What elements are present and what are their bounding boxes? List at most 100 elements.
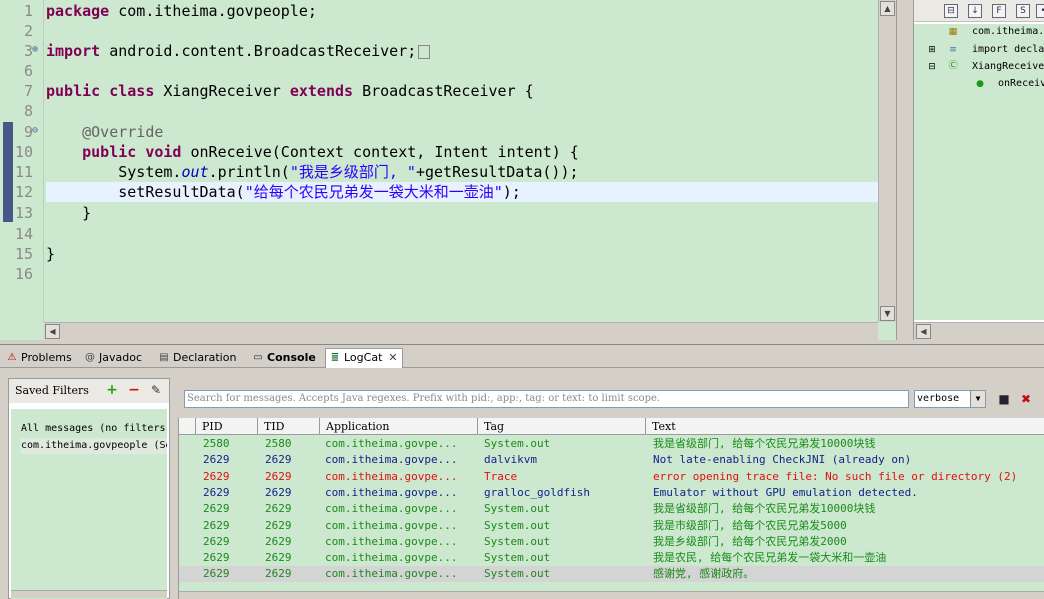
log-level-select[interactable]: verbose ▼: [914, 390, 986, 408]
cell-tid: 2629: [265, 567, 292, 581]
line-number: 11: [14, 163, 33, 181]
save-icon[interactable]: ■: [997, 391, 1011, 407]
log-table[interactable]: PID TID Application Tag Text 2580 2580 com…: [178, 418, 1044, 599]
annotation: @Override: [82, 123, 164, 141]
collapse-all-icon[interactable]: ⊟: [944, 4, 958, 18]
code-editor[interactable]: 1 2 3 ⊕ 6 7 8 9 ⊖ 10 11 12 13 14 15 16 p…: [0, 0, 897, 340]
column-header-tag[interactable]: Tag: [477, 418, 645, 435]
cell-text: 我是市级部门, 给每个农民兄弟发5000: [653, 518, 847, 532]
line-number-ruler: 1 2 3 ⊕ 6 7 8 9 ⊖ 10 11 12 13 14 15 16: [14, 0, 44, 322]
cell-pid: 2629: [203, 485, 230, 499]
table-row[interactable]: 2580 2580 com.itheima.govpe... System.out 我是…: [179, 436, 1044, 452]
cell-tag: System.out: [484, 518, 551, 532]
hide-fields-icon[interactable]: F: [992, 4, 1006, 18]
cell-tid: 2629: [265, 551, 292, 565]
cell-text: 我是农民, 给每个农民兄弟发一袋大米和一壶油: [653, 551, 887, 565]
filters-horizontal-scrollbar[interactable]: [11, 590, 167, 598]
collapse-icon[interactable]: ⊟: [927, 62, 937, 72]
table-row[interactable]: 2629 2629 com.itheima.govpe... gralloc_gold…: [179, 485, 1044, 501]
keyword: extends: [289, 82, 354, 100]
outline-package[interactable]: com.itheima.: [972, 26, 1044, 37]
tab-label: Console: [267, 351, 316, 364]
outline-tree[interactable]: ▦ com.itheima. ⊞ ≡ import decla ⊟ Ⓒ Xian…: [914, 24, 1044, 320]
cell-pid: 2629: [203, 534, 230, 548]
cell-text: Emulator without GPU emulation detected.: [653, 485, 918, 499]
code-text: onReceive(Context context, Intent intent…: [181, 143, 579, 161]
column-header-pid[interactable]: PID: [195, 418, 257, 435]
filter-item-selected[interactable]: com.itheima.govpeople (Session Filter): [21, 438, 167, 454]
saved-filters-header: Saved Filters + − ✎: [9, 379, 169, 403]
code-line: public class XiangReceiver extends Broad…: [46, 81, 878, 101]
problems-icon: ⚠: [7, 352, 17, 363]
hide-nonpublic-icon[interactable]: •: [1036, 4, 1044, 18]
outline-class[interactable]: XiangReceive: [972, 61, 1044, 72]
cell-text: 感谢党, 感谢政府。: [653, 567, 755, 581]
table-row[interactable]: 2629 2629 com.itheima.govpe... System.out 我是…: [179, 501, 1044, 517]
scroll-down-icon[interactable]: ▼: [880, 306, 895, 321]
remove-filter-icon[interactable]: −: [127, 383, 141, 397]
editor-vertical-scrollbar[interactable]: ▲ ▼: [878, 0, 896, 322]
tab-console[interactable]: ▭ Console: [248, 348, 321, 368]
class-icon: Ⓒ: [948, 61, 958, 71]
scroll-left-icon[interactable]: ◀: [916, 324, 931, 339]
outline-view: ⊟ ↓ F S • ▦ com.itheima. ⊞ ≡ import decl…: [913, 0, 1044, 340]
field-ref: out: [181, 163, 209, 181]
cell-tag: System.out: [484, 437, 551, 450]
code-line-current: setResultData("给每个农民兄弟发一袋大米和一壶油");: [46, 182, 878, 202]
edit-filter-icon[interactable]: ✎: [149, 383, 163, 397]
log-search-input[interactable]: Search for messages. Accepts Java regexe…: [184, 390, 909, 408]
cell-tid: 2629: [265, 518, 292, 532]
table-row[interactable]: 2629 2629 com.itheima.govpe... System.out 我是…: [179, 550, 1044, 566]
cell-text: 我是省级部门, 给每个农民兄弟发10000块钱: [653, 437, 876, 450]
public-method-icon: ●: [976, 79, 984, 89]
expand-icon[interactable]: ⊞: [927, 45, 937, 55]
close-icon[interactable]: ✕: [388, 351, 397, 364]
editor-horizontal-scrollbar[interactable]: ◀: [44, 322, 878, 340]
cell-application: com.itheima.govpe...: [325, 534, 458, 548]
code-text: BroadcastReceiver {: [353, 82, 534, 100]
column-header-tid[interactable]: TID: [257, 418, 319, 435]
chevron-down-icon[interactable]: ▼: [970, 391, 985, 407]
line-number: 10: [14, 143, 33, 161]
tab-javadoc[interactable]: @ Javadoc: [80, 348, 147, 368]
sort-icon[interactable]: ↓: [968, 4, 982, 18]
code-text-area[interactable]: package com.itheima.govpeople; import an…: [46, 0, 878, 322]
imports-icon: ≡: [949, 45, 957, 55]
add-filter-icon[interactable]: +: [105, 383, 119, 397]
expand-fold-icon[interactable]: ⊕: [32, 44, 38, 55]
saved-filters-title: Saved Filters: [15, 384, 89, 397]
keyword: public: [82, 143, 137, 161]
cell-tag: dalvikvm: [484, 453, 537, 467]
table-row[interactable]: 2629 2629 com.itheima.govpe... dalvikvm Not …: [179, 452, 1044, 468]
tab-label: Javadoc: [99, 351, 142, 364]
code-text: XiangReceiver: [154, 82, 290, 100]
outline-method[interactable]: onReceiv: [998, 78, 1044, 89]
tab-declaration[interactable]: ▤ Declaration: [154, 348, 241, 368]
change-marker: [3, 122, 13, 142]
tab-logcat[interactable]: ≣ LogCat ✕: [325, 348, 403, 368]
hide-static-icon[interactable]: S: [1016, 4, 1030, 18]
collapsed-imports-marker[interactable]: [418, 44, 431, 59]
outline-horizontal-scrollbar[interactable]: ◀: [914, 322, 1044, 340]
line-number: 1: [23, 2, 33, 20]
clear-log-icon[interactable]: ✖: [1019, 391, 1033, 407]
table-row[interactable]: 2629 2629 com.itheima.govpe... System.out 我是…: [179, 534, 1044, 550]
collapse-fold-icon[interactable]: ⊖: [32, 125, 38, 136]
tab-problems[interactable]: ⚠ Problems: [2, 348, 77, 368]
cell-text: Not late-enabling CheckJNI (already on): [653, 453, 912, 467]
cell-application: com.itheima.govpe...: [325, 551, 458, 565]
table-row[interactable]: 2629 2629 com.itheima.govpe... Trace error o…: [179, 469, 1044, 485]
log-horizontal-scrollbar[interactable]: [179, 591, 1044, 599]
table-row[interactable]: 2629 2629 com.itheima.govpe... System.out 感谢…: [179, 566, 1044, 583]
scroll-up-icon[interactable]: ▲: [880, 1, 895, 16]
line-number: 2: [23, 22, 33, 40]
code-line: System.out.println("我是乡级部门, "+getResultD…: [46, 162, 878, 182]
scroll-left-icon[interactable]: ◀: [45, 324, 60, 339]
column-header-application[interactable]: Application: [319, 418, 477, 435]
cell-tid: 2629: [265, 485, 292, 499]
column-header-text[interactable]: Text: [645, 418, 1044, 435]
filter-item[interactable]: All messages (no filters): [21, 421, 167, 437]
cell-tid: 2629: [265, 502, 292, 516]
table-row[interactable]: 2629 2629 com.itheima.govpe... System.out 我是…: [179, 518, 1044, 534]
outline-imports[interactable]: import decla: [972, 44, 1044, 55]
